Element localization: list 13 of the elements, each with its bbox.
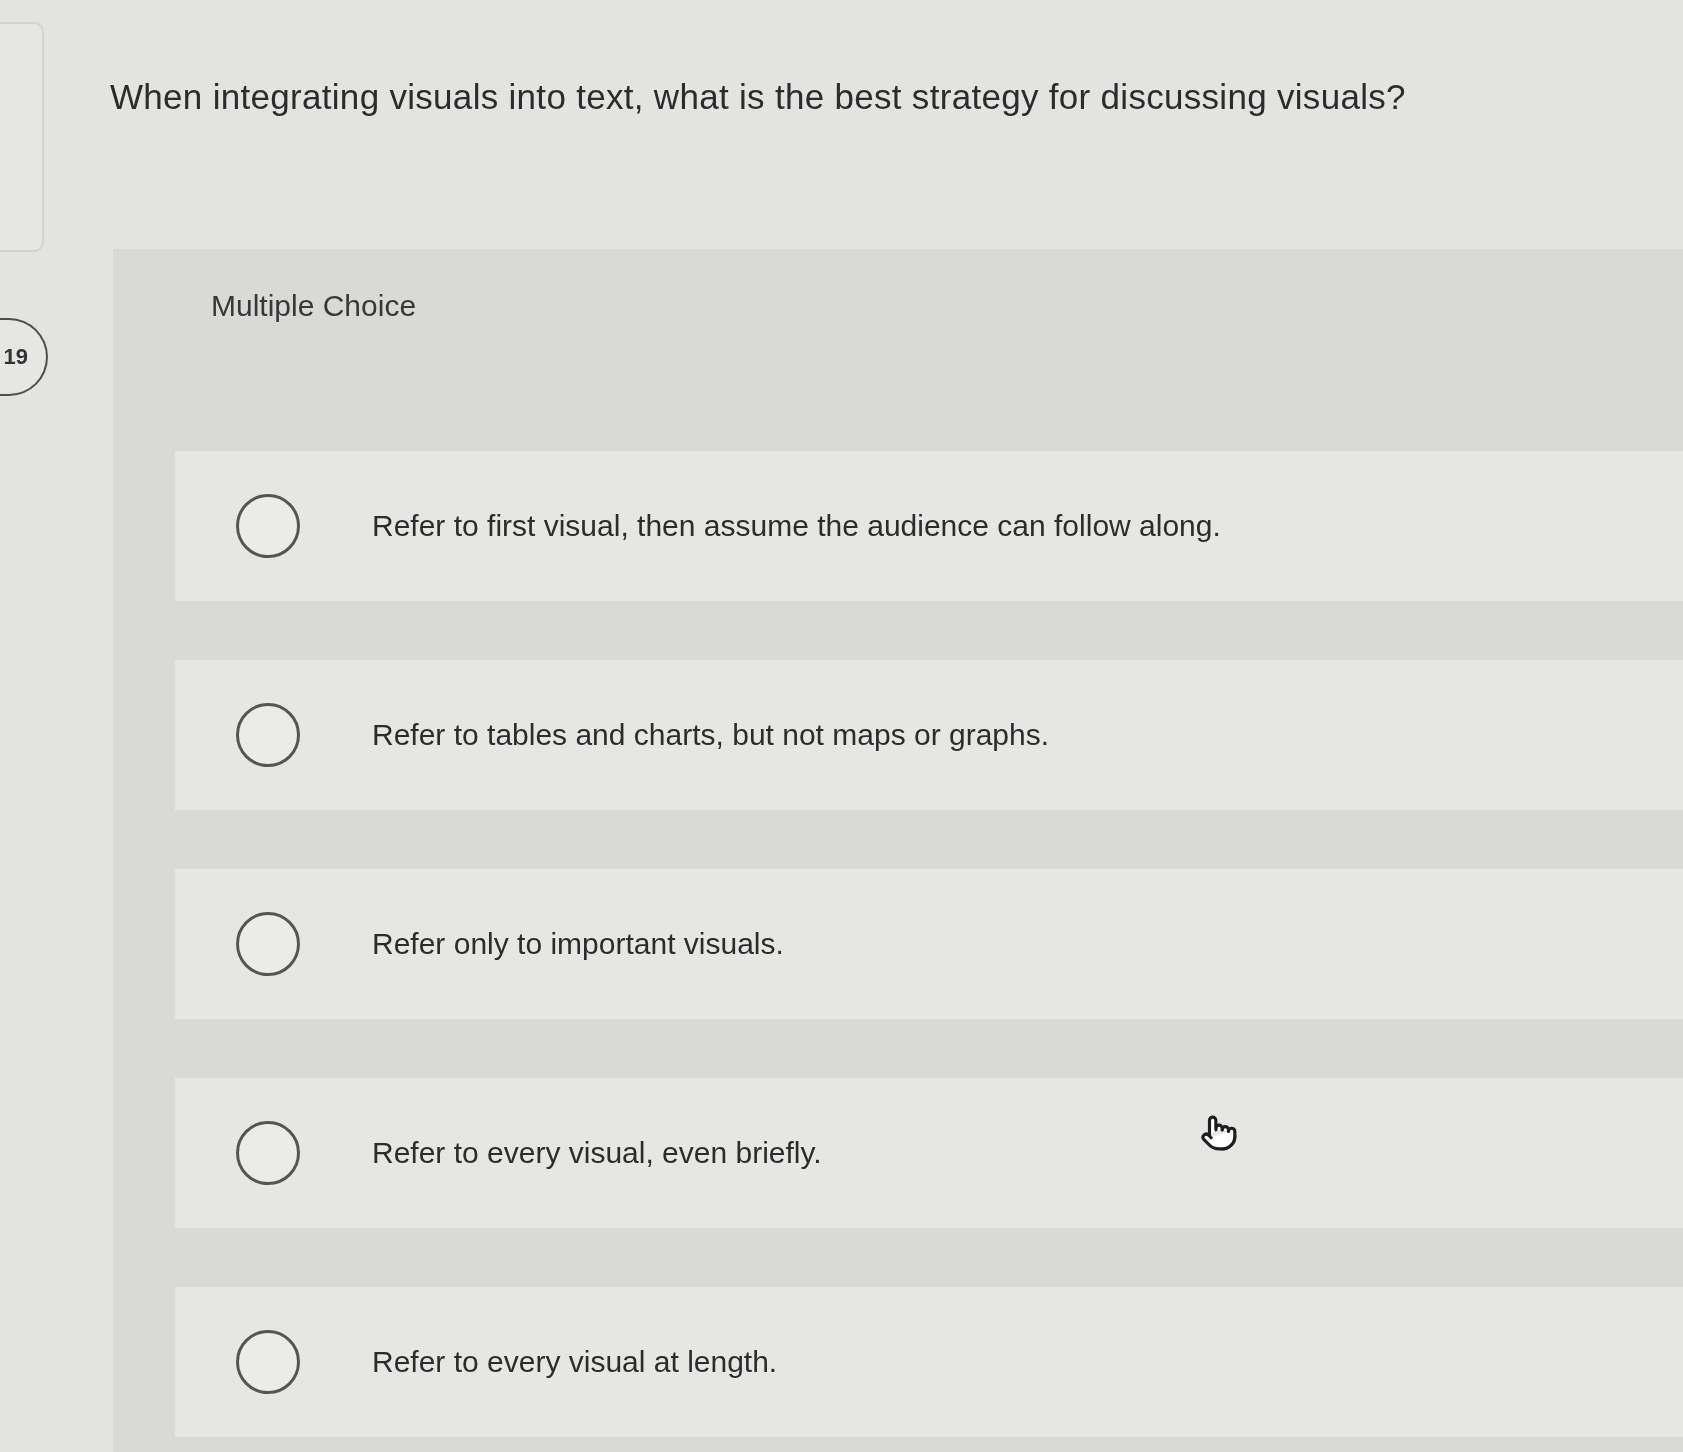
option-label: Refer only to important visuals. — [372, 926, 784, 962]
option-label: Refer to every visual at length. — [372, 1344, 778, 1380]
option-label: Refer to every visual, even briefly. — [372, 1135, 822, 1171]
radio-button[interactable] — [236, 494, 300, 558]
radio-button[interactable] — [236, 1121, 300, 1185]
question-number-badge: 19 — [0, 318, 48, 396]
question-type-label: Multiple Choice — [211, 288, 418, 324]
radio-button[interactable] — [236, 703, 300, 767]
option-label: Refer to tables and charts, but not maps or graphs. — [372, 717, 1050, 753]
radio-button[interactable] — [236, 1330, 300, 1394]
question-text: When integrating visuals into text, what is the best strategy for discussing visuals? — [110, 76, 1407, 118]
radio-button[interactable] — [236, 912, 300, 976]
option-label: Refer to first visual, then assume the audience can follow along. — [372, 508, 1221, 544]
